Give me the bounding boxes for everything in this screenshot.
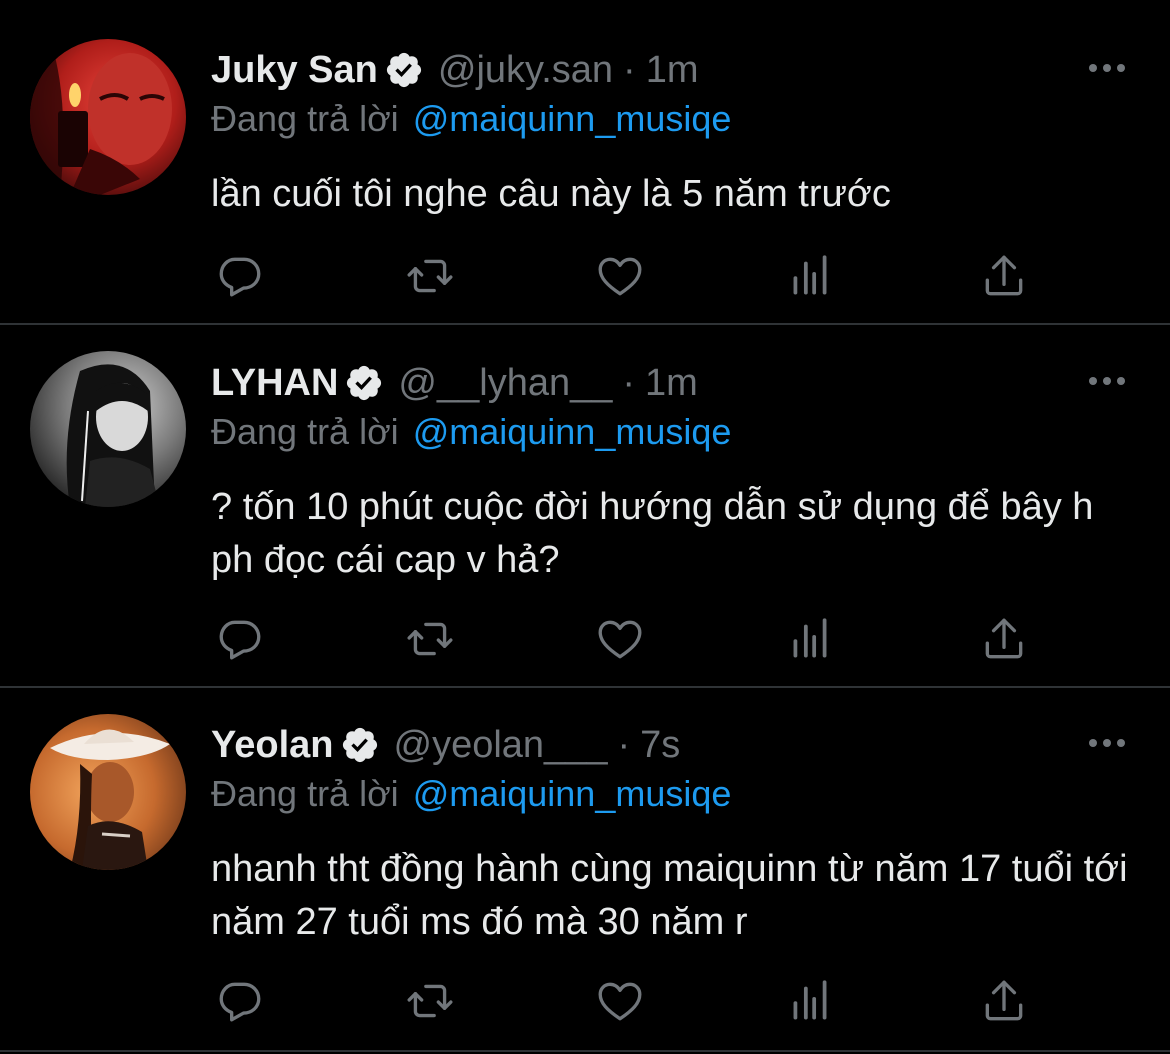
display-name[interactable]: Juky San: [211, 49, 378, 92]
tweet-header: LYHAN @__lyhan__ · 1m: [211, 361, 698, 405]
reply-prefix: Đang trả lời: [211, 98, 399, 139]
replying-to: Đang trả lời @maiquinn_musiqe: [211, 409, 1130, 455]
like-icon[interactable]: [595, 976, 645, 1026]
analytics-icon[interactable]: [785, 976, 835, 1026]
like-icon[interactable]: [595, 614, 645, 664]
avatar-image: [30, 714, 186, 870]
avatar[interactable]: [30, 39, 186, 195]
username-handle[interactable]: @__lyhan__: [398, 362, 612, 405]
more-options-icon[interactable]: [1086, 733, 1128, 753]
username-handle[interactable]: @juky.san: [438, 49, 613, 92]
mention-link[interactable]: @maiquinn_musiqe: [413, 98, 732, 140]
share-icon[interactable]: [979, 614, 1029, 664]
verified-badge-icon: [384, 50, 424, 90]
action-bar: [211, 251, 1051, 301]
avatar-image: [30, 351, 186, 507]
timestamp[interactable]: 1m: [646, 49, 699, 92]
replying-to: Đang trả lời @maiquinn_musiqe: [211, 96, 1130, 142]
reply-icon[interactable]: [215, 251, 265, 301]
avatar[interactable]: [30, 714, 186, 870]
verified-badge-icon: [340, 725, 380, 765]
retweet-icon[interactable]: [405, 614, 455, 664]
mention-link[interactable]: @maiquinn_musiqe: [413, 773, 732, 815]
share-icon[interactable]: [979, 976, 1029, 1026]
tweet-header: Juky San @juky.san · 1m: [211, 48, 699, 92]
timestamp[interactable]: 1m: [645, 362, 698, 405]
tweet[interactable]: Juky San @juky.san · 1m Đang trả lời @ma…: [0, 0, 1170, 324]
replying-to: Đang trả lời @maiquinn_musiqe: [211, 771, 1130, 817]
display-name[interactable]: LYHAN: [211, 362, 338, 405]
divider: [0, 323, 1170, 325]
like-icon[interactable]: [595, 251, 645, 301]
avatar-image: [30, 39, 186, 195]
verified-badge-icon: [344, 363, 384, 403]
mention-link[interactable]: @maiquinn_musiqe: [413, 411, 732, 453]
more-options-icon[interactable]: [1086, 58, 1128, 78]
retweet-icon[interactable]: [405, 976, 455, 1026]
reply-icon[interactable]: [215, 976, 265, 1026]
analytics-icon[interactable]: [785, 614, 835, 664]
retweet-icon[interactable]: [405, 251, 455, 301]
tweet-header: Yeolan @yeolan___ · 7s: [211, 723, 681, 767]
avatar[interactable]: [30, 351, 186, 507]
action-bar: [211, 976, 1051, 1026]
tweet-text: nhanh tht đồng hành cùng maiquinn từ năm…: [211, 848, 1128, 943]
divider: [0, 686, 1170, 688]
tweet[interactable]: LYHAN @__lyhan__ · 1m Đang trả lời @maiq…: [0, 326, 1170, 686]
analytics-icon[interactable]: [785, 251, 835, 301]
reply-icon[interactable]: [215, 614, 265, 664]
tweet-text: ? tốn 10 phút cuộc đời hướng dẫn sử dụng…: [211, 486, 1094, 581]
share-icon[interactable]: [979, 251, 1029, 301]
reply-prefix: Đang trả lời: [211, 411, 399, 452]
display-name[interactable]: Yeolan: [211, 724, 334, 767]
tweet-text: lần cuối tôi nghe câu này là 5 năm trước: [211, 173, 891, 215]
more-options-icon[interactable]: [1086, 371, 1128, 391]
divider: [0, 1050, 1170, 1052]
action-bar: [211, 614, 1051, 664]
tweet[interactable]: Yeolan @yeolan___ · 7s Đang trả lời @mai…: [0, 689, 1170, 1054]
reply-prefix: Đang trả lời: [211, 773, 399, 814]
username-handle[interactable]: @yeolan___: [394, 724, 608, 767]
timestamp[interactable]: 7s: [640, 724, 680, 767]
